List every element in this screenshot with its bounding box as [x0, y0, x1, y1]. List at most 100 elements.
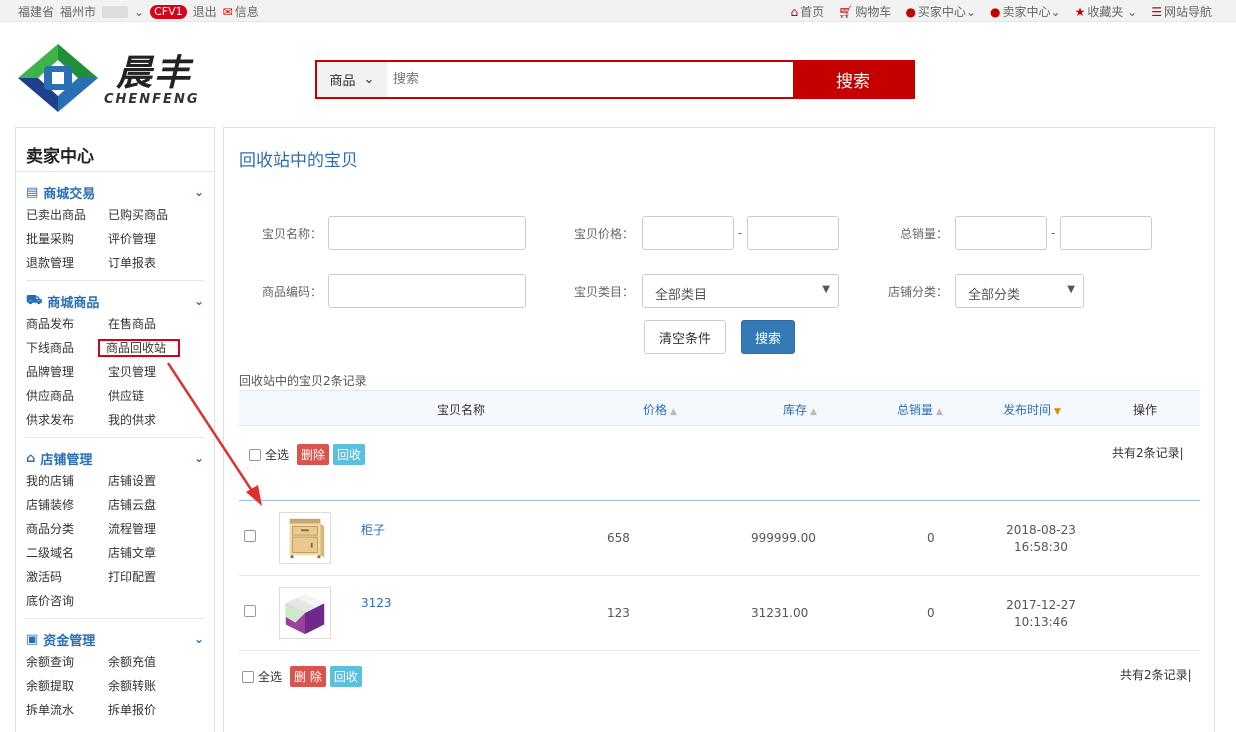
sidebar-item-bulk-purchase[interactable]: 批量采购 — [26, 230, 108, 248]
chevron-down-icon: ⌄ — [363, 72, 375, 87]
page-title: 回收站中的宝贝 — [239, 151, 358, 171]
sidebar-item-brands[interactable]: 品牌管理 — [26, 363, 108, 381]
favorites-link[interactable]: ★ 收藏夹 ⌄ — [1075, 3, 1138, 20]
section-header-goods[interactable]: ⛟ 商城商品 ⌄ — [26, 291, 204, 311]
sidebar-item-shop-settings[interactable]: 店铺设置 — [108, 472, 190, 490]
row-checkbox[interactable] — [244, 605, 256, 617]
select-all-checkbox[interactable] — [249, 448, 261, 461]
chevron-down-icon[interactable]: ⌄ — [194, 632, 204, 646]
shop-category-select[interactable]: 全部分类 ▼ — [955, 274, 1084, 308]
sidebar-item-bought[interactable]: 已购买商品 — [108, 206, 190, 224]
site-logo[interactable]: 晨丰 CHENFENG — [16, 42, 206, 114]
sort-asc-icon: ▲ — [810, 407, 817, 417]
chevron-down-icon[interactable]: ⌄ — [194, 294, 204, 308]
buyer-center-link[interactable]: ● 买家中心⌄ — [905, 3, 976, 20]
sidebar-item-print-config[interactable]: 打印配置 — [108, 568, 190, 586]
item-category-select[interactable]: 全部类目 ▼ — [642, 274, 839, 308]
search-category-select[interactable]: 商品 ⌄ — [317, 62, 387, 97]
city-label[interactable]: 福州市 — [60, 3, 96, 20]
sidebar-item-my-supply[interactable]: 我的供求 — [108, 411, 190, 429]
sidebar-item-sold[interactable]: 已卖出商品 — [26, 206, 108, 224]
sidebar-item-balance-topup[interactable]: 余额充值 — [108, 653, 190, 671]
search-input[interactable] — [387, 62, 793, 97]
delete-button[interactable]: 删 除 — [290, 666, 326, 687]
sidebar-item-supply-chain[interactable]: 供应链 — [108, 387, 190, 405]
price-max-input[interactable] — [747, 216, 839, 250]
sidebar-item-shop-articles[interactable]: 店铺文章 — [108, 544, 190, 562]
section-header-shop[interactable]: ⌂ 店铺管理 ⌄ — [26, 448, 204, 468]
bulk-actions-bottom: 全选 删 除 回收 — [242, 666, 362, 687]
sidebar-item-reviews[interactable]: 评价管理 — [108, 230, 190, 248]
sidebar-item-floor-price[interactable]: 底价咨询 — [26, 592, 108, 610]
sidebar-item-my-shop[interactable]: 我的店铺 — [26, 472, 108, 490]
shop-category-label: 店铺分类： — [887, 285, 948, 299]
column-publish-time[interactable]: 发布时间 ▼ — [1003, 401, 1061, 418]
sidebar-item-post-supply[interactable]: 供求发布 — [26, 411, 108, 429]
sidebar-item-balance-query[interactable]: 余额查询 — [26, 653, 108, 671]
logout-link[interactable]: 退出 — [193, 3, 217, 20]
filter-search-button[interactable]: 搜索 — [741, 320, 795, 354]
column-sales[interactable]: 总销量 ▲ — [897, 401, 943, 418]
sidebar-item-publish[interactable]: 商品发布 — [26, 315, 108, 333]
sidebar-item-activation-code[interactable]: 激活码 — [26, 568, 108, 586]
province-label[interactable]: 福建省 — [18, 3, 54, 20]
chevron-down-icon[interactable]: ⌄ — [134, 5, 144, 19]
delete-button[interactable]: 删除 — [297, 444, 330, 465]
sidebar-item-balance-withdraw[interactable]: 余额提取 — [26, 677, 108, 695]
chevron-down-icon[interactable]: ⌄ — [194, 185, 204, 199]
column-stock[interactable]: 库存 ▲ — [783, 401, 817, 418]
section-header-trade[interactable]: ▤ 商城交易 ⌄ — [26, 182, 204, 202]
table-row: 柜子 658 999999.00 0 2018-08-23 16:58:30 — [239, 501, 1200, 576]
logo-mark-icon — [18, 44, 98, 112]
sidebar-item-recycle-bin[interactable]: 商品回收站 — [98, 339, 180, 357]
caret-down-icon: ▼ — [822, 284, 830, 295]
sales-max-input[interactable] — [1060, 216, 1152, 250]
cabinet-thumbnail[interactable] — [279, 512, 331, 564]
sidebar-item-goods-category[interactable]: 商品分类 — [26, 520, 108, 538]
item-name-link[interactable]: 3123 — [361, 596, 392, 610]
sidebar-section-trade: ▤ 商城交易 ⌄ 已卖出商品 已购买商品 批量采购 评价管理 退款管理 订单报表 — [26, 172, 204, 281]
sidebar-item-balance-transfer[interactable]: 余额转账 — [108, 677, 190, 695]
sidebar-item-split-quote[interactable]: 拆单报价 — [108, 701, 190, 719]
sidebar-item-refunds[interactable]: 退款管理 — [26, 254, 108, 272]
sidebar-item-workflow[interactable]: 流程管理 — [108, 520, 190, 538]
item-publish-time: 2017-12-27 10:13:46 — [1006, 598, 1076, 629]
messages-link[interactable]: ✉ 信息 — [223, 3, 259, 20]
column-price[interactable]: 价格 ▲ — [643, 401, 677, 418]
site-nav-link[interactable]: ☰ 网站导航 — [1151, 3, 1212, 20]
sidebar-item-items[interactable]: 宝贝管理 — [108, 363, 190, 381]
recover-button[interactable]: 回收 — [333, 444, 366, 465]
row-checkbox[interactable] — [244, 530, 256, 542]
section-header-funds[interactable]: ▣ 资金管理 ⌄ — [26, 629, 204, 649]
sidebar-item-offline[interactable]: 下线商品 — [26, 339, 108, 357]
chevron-down-icon[interactable]: ⌄ — [194, 451, 204, 465]
item-name-link[interactable]: 柜子 — [361, 521, 385, 538]
sales-min-input[interactable] — [955, 216, 1047, 250]
sidebar-item-shop-cloud[interactable]: 店铺云盘 — [108, 496, 190, 514]
sidebar-item-subdomain[interactable]: 二级域名 — [26, 544, 108, 562]
cube-thumbnail[interactable] — [279, 587, 331, 639]
item-price-label: 宝贝价格： — [573, 227, 634, 241]
top-bar: 福建省 福州市 ⌄ CFV1 退出 ✉ 信息 ⌂ 首页 🛒︎ 购物车 ● 买家中心⌄ ●… — [0, 0, 1236, 22]
sidebar-item-shop-decor[interactable]: 店铺装修 — [26, 496, 108, 514]
home-link[interactable]: ⌂ 首页 — [791, 3, 825, 20]
logo-chinese-text: 晨丰 — [116, 53, 193, 94]
search-button[interactable]: 搜索 — [793, 62, 913, 97]
user-icon: ● — [990, 5, 1001, 19]
total-records: 共有2条记录| — [1120, 668, 1192, 682]
user-icon: ● — [905, 5, 916, 19]
clear-filters-button[interactable]: 清空条件 — [644, 320, 726, 354]
select-all-checkbox[interactable] — [242, 670, 254, 683]
price-min-input[interactable] — [642, 216, 734, 250]
recover-button[interactable]: 回收 — [329, 666, 362, 687]
item-name-input[interactable] — [328, 216, 526, 250]
sidebar-item-order-report[interactable]: 订单报表 — [108, 254, 190, 272]
sidebar-section-funds: ▣ 资金管理 ⌄ 余额查询 余额充值 余额提取 余额转账 拆单流水 拆单报价 — [26, 619, 204, 727]
cart-link[interactable]: 🛒︎ 购物车 — [838, 3, 891, 20]
sidebar-item-split-flow[interactable]: 拆单流水 — [26, 701, 108, 719]
truck-icon: ⛟ — [26, 292, 43, 308]
sidebar-item-supply-goods[interactable]: 供应商品 — [26, 387, 108, 405]
sidebar-item-on-sale[interactable]: 在售商品 — [108, 315, 190, 333]
item-code-input[interactable] — [328, 274, 526, 308]
seller-center-link[interactable]: ● 卖家中心⌄ — [990, 3, 1061, 20]
